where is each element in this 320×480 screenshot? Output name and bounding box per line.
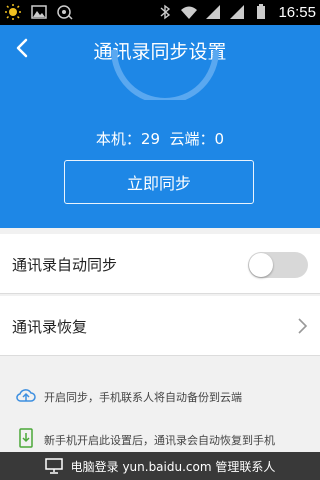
restore-label: 通讯录恢复 <box>12 318 88 336</box>
wifi-icon <box>181 6 198 19</box>
sun-icon <box>5 4 21 20</box>
status-bar: 16:55 <box>0 0 320 25</box>
footer-bar[interactable]: 电脑登录 yun.baidu.com 管理联系人 <box>0 452 320 480</box>
signal-2-icon <box>230 5 245 19</box>
auto-sync-label: 通讯录自动同步 <box>12 256 118 274</box>
status-time: 16:55 <box>278 3 316 21</box>
cloud-upload-icon <box>16 389 36 402</box>
sync-header: 通讯录同步设置 本机：29 云端：0 立即同步 <box>0 25 320 228</box>
info-line-2: 新手机开启此设置后，通讯录会自动恢复到手机 <box>0 425 320 455</box>
auto-sync-row[interactable]: 通讯录自动同步 <box>0 234 320 294</box>
phone-download-icon <box>19 428 33 448</box>
battery-icon <box>257 4 266 19</box>
info-text-2: 新手机开启此设置后，通讯录会自动恢复到手机 <box>44 434 275 447</box>
contact-counts: 本机：29 云端：0 <box>95 130 225 148</box>
auto-sync-toggle[interactable] <box>248 252 308 278</box>
toggle-knob <box>249 253 273 277</box>
restore-row[interactable]: 通讯录恢复 <box>0 296 320 356</box>
bluetooth-icon <box>160 4 171 20</box>
computer-icon <box>44 458 63 474</box>
music-icon <box>57 5 73 20</box>
signal-icon <box>206 5 221 19</box>
image-icon <box>31 5 47 19</box>
sync-progress-arc <box>111 49 219 100</box>
info-line-1: 开启同步，手机联系人将自动备份到云端 <box>0 382 320 412</box>
footer-text: 电脑登录 yun.baidu.com 管理联系人 <box>70 459 276 474</box>
sync-now-button[interactable]: 立即同步 <box>64 160 254 204</box>
chevron-right-icon <box>298 318 308 334</box>
info-text-1: 开启同步，手机联系人将自动备份到云端 <box>44 391 242 404</box>
